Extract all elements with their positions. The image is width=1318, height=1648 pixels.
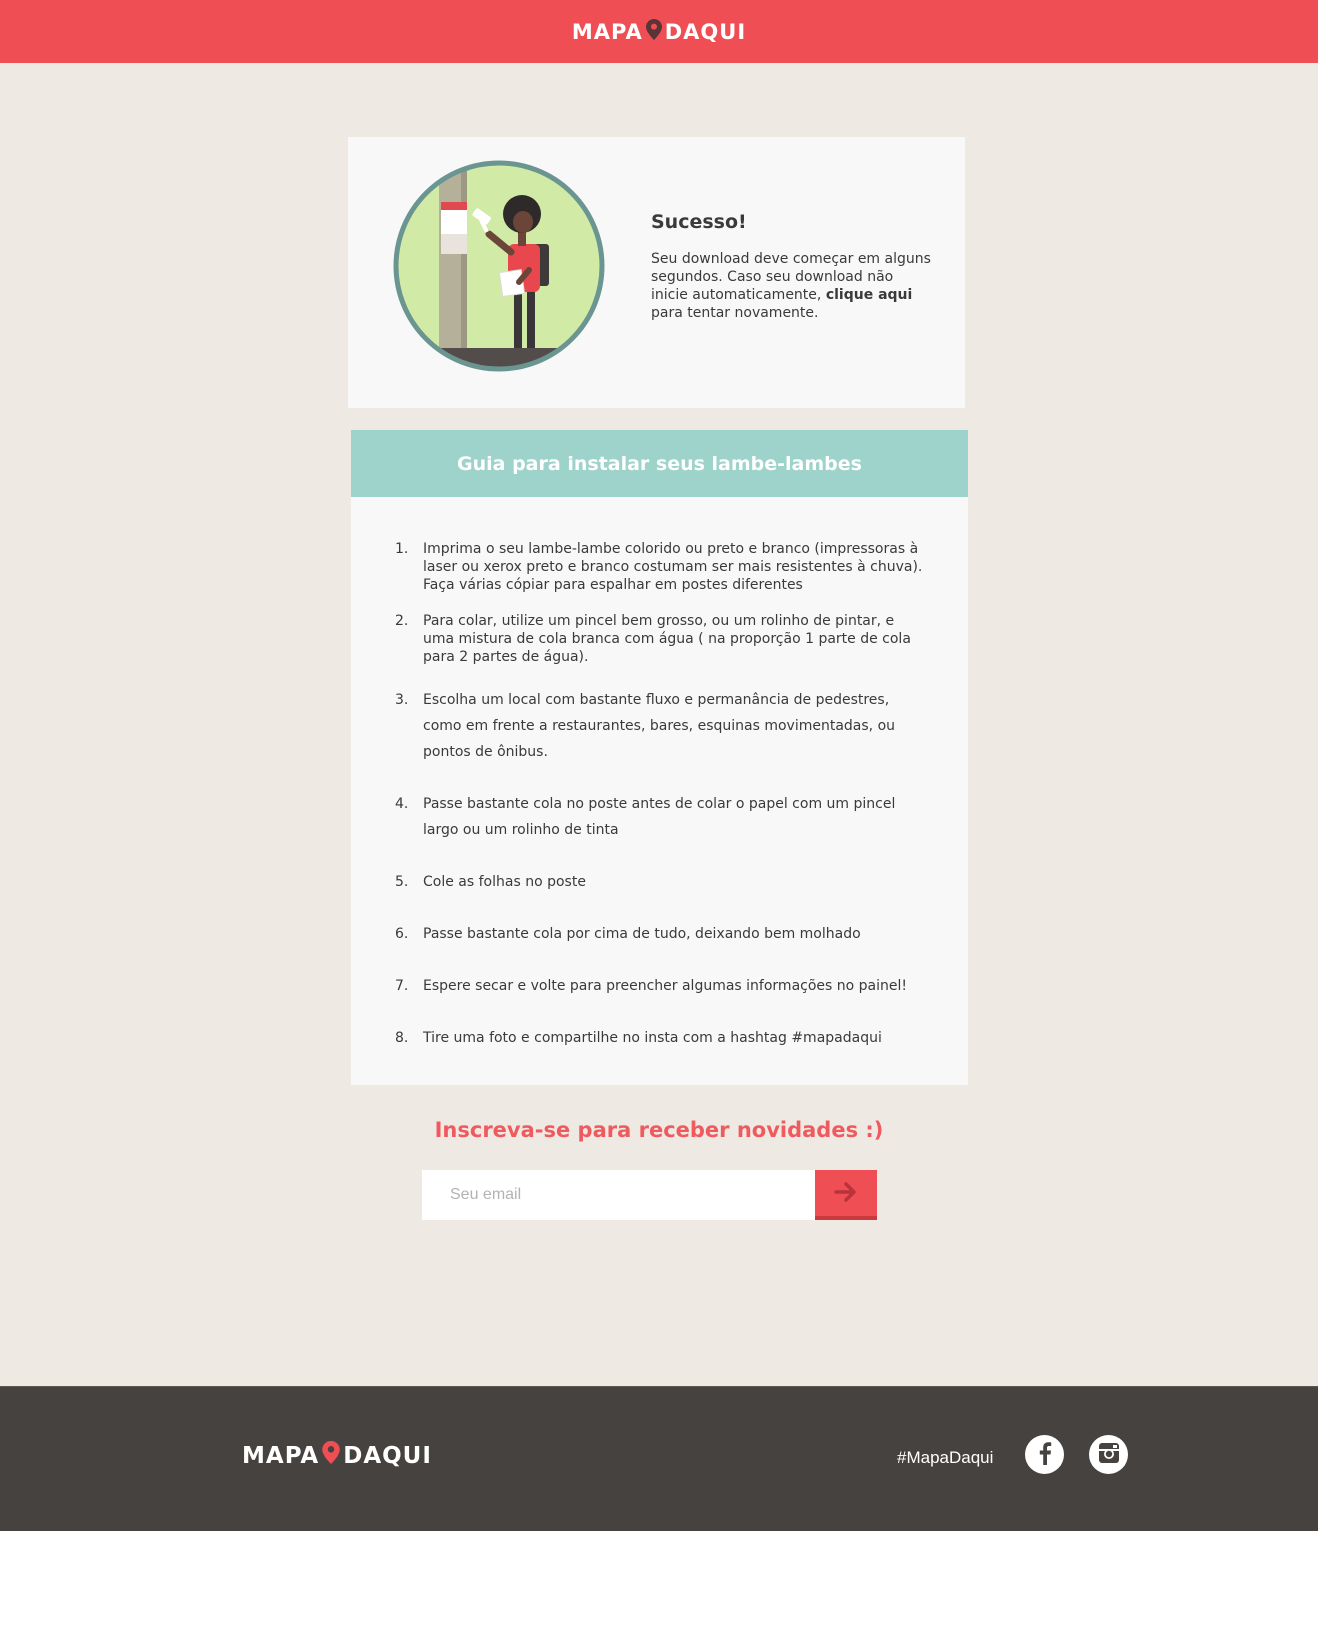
step-number: 7. xyxy=(395,978,409,994)
step-number: 6. xyxy=(395,926,409,942)
logo-text-left: MAPA xyxy=(242,1442,320,1469)
map-pin-icon xyxy=(645,18,662,45)
step-text: Escolha um local com bastante fluxo e pe… xyxy=(423,692,896,760)
facebook-button[interactable] xyxy=(1025,1435,1064,1474)
instagram-button[interactable] xyxy=(1089,1435,1128,1474)
guide-card: Guia para instalar seus lambe-lambes 1. … xyxy=(351,430,968,1085)
logo-text-right: DAQUI xyxy=(343,1442,432,1469)
step-text: Para colar, utilize um pincel bem grosso… xyxy=(423,613,911,665)
step-number: 2. xyxy=(395,613,409,629)
step-number: 8. xyxy=(395,1030,409,1046)
newsletter-title: Inscreva-se para receber novidades :) xyxy=(434,1118,884,1142)
instagram-icon xyxy=(1098,1442,1120,1468)
step-number: 1. xyxy=(395,541,409,557)
step-text: Cole as folhas no poste xyxy=(423,874,586,890)
success-text-end: para tentar novamente. xyxy=(651,305,819,321)
step-text: Passe bastante cola no poste antes de co… xyxy=(423,796,896,838)
footer-hashtag: #MapaDaqui xyxy=(897,1448,994,1467)
success-message: Seu download deve começar em alguns segu… xyxy=(651,250,931,322)
success-title: Sucesso! xyxy=(651,211,747,233)
step-text: Passe bastante cola por cima de tudo, de… xyxy=(423,926,861,942)
guide-header: Guia para instalar seus lambe-lambes xyxy=(351,430,968,497)
top-header: MAPA DAQUI xyxy=(0,0,1318,63)
step-number: 4. xyxy=(395,796,409,812)
success-card: Sucesso! Seu download deve começar em al… xyxy=(348,137,965,408)
arrow-right-icon xyxy=(834,1181,858,1205)
person-pasting-poster-illustration xyxy=(391,158,607,374)
step-text: Imprima o seu lambe-lambe colorido ou pr… xyxy=(423,541,923,593)
retry-download-link[interactable]: clique aqui xyxy=(826,287,913,303)
step-number: 3. xyxy=(395,692,409,708)
guide-title: Guia para instalar seus lambe-lambes xyxy=(457,452,862,475)
subscribe-button[interactable] xyxy=(815,1170,877,1220)
step-text: Espere secar e volte para preencher algu… xyxy=(423,978,907,994)
logo-text-right: DAQUI xyxy=(664,19,747,44)
logo-text-left: MAPA xyxy=(571,19,643,44)
map-pin-icon xyxy=(322,1441,340,1470)
step-number: 5. xyxy=(395,874,409,890)
facebook-icon xyxy=(1035,1441,1055,1469)
footer: MAPA DAQUI #MapaDaqui xyxy=(0,1386,1318,1531)
email-input[interactable] xyxy=(422,1170,815,1220)
step-text: Tire uma foto e compartilhe no insta com… xyxy=(423,1030,882,1046)
footer-logo[interactable]: MAPA DAQUI xyxy=(242,1441,432,1470)
site-logo[interactable]: MAPA DAQUI xyxy=(571,18,747,45)
